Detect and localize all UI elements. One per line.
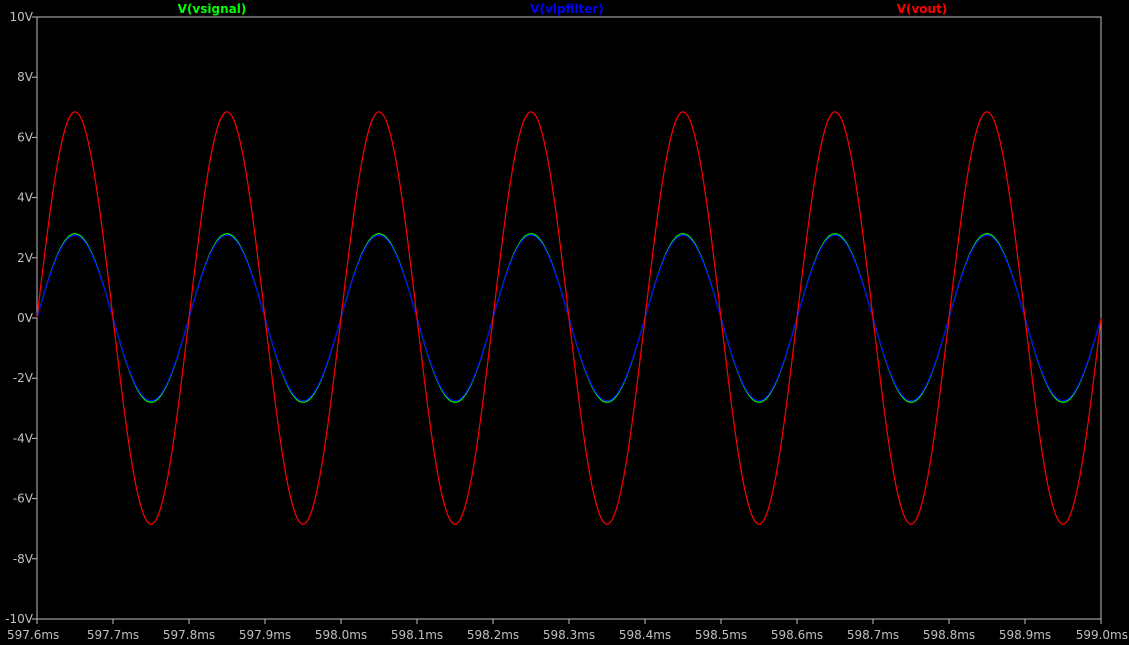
y-tick-label: 8V bbox=[17, 70, 34, 84]
x-tick-label: 598.0ms bbox=[315, 628, 367, 642]
waveform-plot: 10V 8V 6V 4V 2V 0V -2V -4V -6V -8V -10V 597.6ms 597… bbox=[0, 0, 1129, 645]
y-tick-label: 6V bbox=[17, 130, 34, 144]
x-tick-label: 599.0ms bbox=[1076, 628, 1128, 642]
x-tick-label: 598.1ms bbox=[391, 628, 443, 642]
y-tick-label: 0V bbox=[17, 311, 34, 325]
x-tick-label: 598.9ms bbox=[999, 628, 1051, 642]
x-tick-label: 598.3ms bbox=[543, 628, 595, 642]
x-tick-label: 597.6ms bbox=[7, 628, 59, 642]
legend-entry-2[interactable]: V(vlpfilter) bbox=[530, 2, 604, 16]
x-tick-label: 598.6ms bbox=[771, 628, 823, 642]
x-tick-label: 597.9ms bbox=[239, 628, 291, 642]
x-tick-label: 598.8ms bbox=[923, 628, 975, 642]
legend-entry-3[interactable]: V(vout) bbox=[897, 2, 948, 16]
y-tick-label: -6V bbox=[13, 492, 34, 506]
y-tick-label: -8V bbox=[13, 552, 34, 566]
x-tick-label: 598.2ms bbox=[467, 628, 519, 642]
y-tick-label: 10V bbox=[10, 10, 34, 24]
legend-entry-1[interactable]: V(vsignal) bbox=[178, 2, 247, 16]
x-tick-label: 598.7ms bbox=[847, 628, 899, 642]
x-tick-label: 598.5ms bbox=[695, 628, 747, 642]
x-tick-label: 598.4ms bbox=[619, 628, 671, 642]
y-tick-label: -10V bbox=[5, 612, 34, 626]
x-tick-label: 597.8ms bbox=[163, 628, 215, 642]
y-tick-label: 2V bbox=[17, 251, 34, 265]
x-tick-label: 597.7ms bbox=[87, 628, 139, 642]
y-tick-label: 4V bbox=[17, 191, 34, 205]
y-tick-label: -4V bbox=[13, 431, 34, 445]
plot-background bbox=[0, 0, 1129, 645]
y-tick-label: -2V bbox=[13, 371, 34, 385]
